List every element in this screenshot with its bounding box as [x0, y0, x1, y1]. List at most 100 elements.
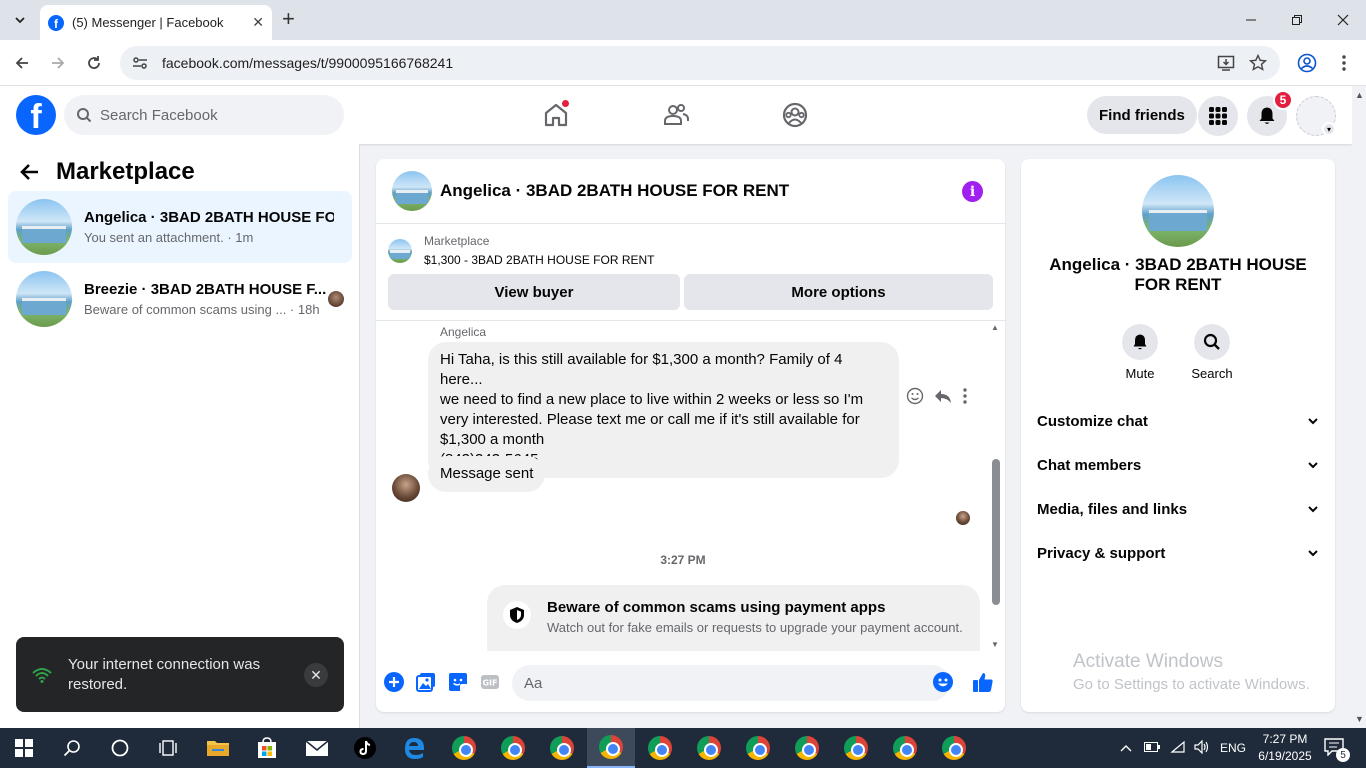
photo-icon[interactable] [415, 671, 437, 693]
chat-title[interactable]: Angelica · 3BAD 2BATH HOUSE FOR RENT [440, 181, 789, 201]
start-button[interactable] [0, 728, 48, 768]
reply-icon[interactable] [934, 387, 952, 405]
watermark-subtitle: Go to Settings to activate Windows. [1073, 676, 1310, 693]
chrome-taskbar-10[interactable] [881, 728, 929, 768]
edge-icon [405, 738, 424, 759]
media-files-links-item[interactable]: Media, files and links [1029, 487, 1327, 531]
install-app-button[interactable] [1215, 52, 1237, 74]
minimize-button[interactable] [1228, 0, 1274, 40]
search-input[interactable] [100, 106, 320, 124]
bookmark-button[interactable] [1247, 52, 1269, 74]
scroll-down-arrow-icon[interactable]: ▼ [991, 640, 999, 649]
chrome-icon [795, 736, 819, 760]
chrome-taskbar-6[interactable] [685, 728, 733, 768]
browser-tab-messenger[interactable]: f (5) Messenger | Facebook ✕ [40, 5, 272, 40]
message-input[interactable] [512, 665, 950, 701]
mute-button[interactable]: Mute [1110, 324, 1170, 381]
chrome-taskbar-active[interactable] [587, 728, 635, 768]
tab-search-button[interactable] [8, 8, 32, 32]
chrome-icon [501, 736, 525, 760]
show-hidden-icons-chevron-icon[interactable] [1120, 741, 1132, 755]
view-buyer-button[interactable]: View buyer [388, 274, 680, 310]
tab-close-icon[interactable]: ✕ [252, 14, 264, 31]
back-arrow-icon[interactable] [20, 162, 40, 182]
message-sent-bubble[interactable]: Message sent [428, 456, 546, 492]
reload-button[interactable] [83, 52, 105, 74]
scroll-down-arrow-icon[interactable]: ▼ [1355, 714, 1364, 724]
scam-warning-card[interactable]: Beware of common scams using payment app… [487, 585, 980, 651]
language-indicator[interactable]: ENG [1220, 741, 1246, 755]
nav-friends[interactable] [641, 86, 711, 144]
store-taskbar[interactable] [243, 728, 291, 768]
privacy-support-item[interactable]: Privacy & support [1029, 531, 1327, 575]
scrollbar-thumb[interactable] [992, 459, 1000, 605]
close-window-button[interactable] [1320, 0, 1366, 40]
chrome-taskbar-3[interactable] [538, 728, 586, 768]
sticker-icon[interactable] [447, 671, 469, 693]
site-settings-icon[interactable] [132, 55, 148, 71]
chrome-taskbar-8[interactable] [783, 728, 831, 768]
chrome-taskbar-2[interactable] [489, 728, 537, 768]
chat-listing-thumbnail[interactable] [392, 171, 432, 211]
chrome-taskbar-5[interactable] [636, 728, 684, 768]
nav-home[interactable] [521, 86, 591, 144]
back-button[interactable] [11, 52, 33, 74]
taskbar-clock[interactable]: 7:27 PM 6/19/2025 [1252, 731, 1318, 765]
browser-menu-button[interactable] [1333, 52, 1355, 74]
notification-count-badge: 5 [1273, 90, 1293, 110]
account-chevron-icon[interactable]: ▾ [1322, 122, 1336, 136]
forward-button[interactable] [47, 52, 69, 74]
new-tab-button[interactable]: + [282, 8, 295, 30]
menu-button[interactable] [1198, 96, 1238, 136]
nav-groups[interactable] [760, 86, 830, 144]
chrome-taskbar-11[interactable] [930, 728, 978, 768]
marketplace-listing-banner[interactable]: Marketplace $1,300 - 3BAD 2BATH HOUSE FO… [388, 234, 655, 267]
network-icon[interactable] [1170, 740, 1186, 757]
scroll-up-arrow-icon[interactable]: ▲ [1355, 90, 1364, 100]
conversation-name: Angelica · 3BAD 2BATH HOUSE FO... [84, 209, 334, 226]
listing-photo[interactable] [1142, 175, 1214, 247]
chat-scrollbar[interactable]: ▲ ▼ [991, 321, 1001, 651]
page-scrollbar[interactable]: ▲ ▼ [1352, 86, 1366, 728]
volume-icon[interactable] [1194, 739, 1210, 757]
conversation-info-icon[interactable]: i [962, 181, 983, 202]
gif-icon[interactable]: GIF [479, 671, 501, 693]
taskbar-search-button[interactable] [48, 728, 96, 768]
profile-button[interactable] [1296, 52, 1318, 74]
file-explorer-taskbar[interactable] [194, 728, 242, 768]
task-view-button[interactable] [144, 728, 192, 768]
thumbs-up-icon[interactable] [972, 671, 994, 693]
search-in-conversation-button[interactable]: Search [1182, 324, 1242, 381]
more-vertical-icon [1342, 55, 1346, 71]
sender-avatar[interactable] [392, 474, 420, 502]
more-options-button[interactable]: More options [684, 274, 993, 310]
mail-taskbar[interactable] [293, 728, 341, 768]
chrome-taskbar-9[interactable] [832, 728, 880, 768]
battery-icon[interactable] [1144, 741, 1160, 755]
more-vertical-icon[interactable] [962, 387, 968, 405]
cortana-button[interactable] [96, 728, 144, 768]
react-emoji-icon[interactable] [906, 387, 924, 405]
emoji-icon[interactable] [932, 671, 954, 693]
scroll-up-arrow-icon[interactable]: ▲ [991, 323, 999, 332]
chat-members-item[interactable]: Chat members [1029, 443, 1327, 487]
search-icon [63, 740, 80, 757]
find-friends-button[interactable]: Find friends [1087, 96, 1197, 134]
conversation-preview: Beware of common scams using ... · 18h [84, 302, 320, 317]
address-bar[interactable]: facebook.com/messages/t/9900095166768241 [120, 46, 1280, 80]
tiktok-taskbar[interactable] [341, 728, 389, 768]
action-center-button[interactable]: 5 [1324, 738, 1350, 762]
facebook-search[interactable] [64, 95, 344, 135]
chrome-taskbar-7[interactable] [734, 728, 782, 768]
toast-close-button[interactable]: ✕ [304, 663, 328, 687]
chrome-taskbar-1[interactable] [440, 728, 488, 768]
restore-button[interactable] [1274, 0, 1320, 40]
notifications-button[interactable]: 5 [1247, 90, 1293, 136]
conversation-item-breezie[interactable]: Breezie · 3BAD 2BATH HOUSE F... Beware o… [8, 263, 352, 335]
clock-time: 7:27 PM [1262, 732, 1308, 746]
conversation-item-angelica[interactable]: Angelica · 3BAD 2BATH HOUSE FO... You se… [8, 191, 352, 263]
edge-taskbar[interactable] [390, 728, 438, 768]
customize-chat-item[interactable]: Customize chat [1029, 399, 1327, 443]
facebook-logo[interactable]: f [16, 95, 56, 135]
plus-circle-icon[interactable] [383, 671, 405, 693]
